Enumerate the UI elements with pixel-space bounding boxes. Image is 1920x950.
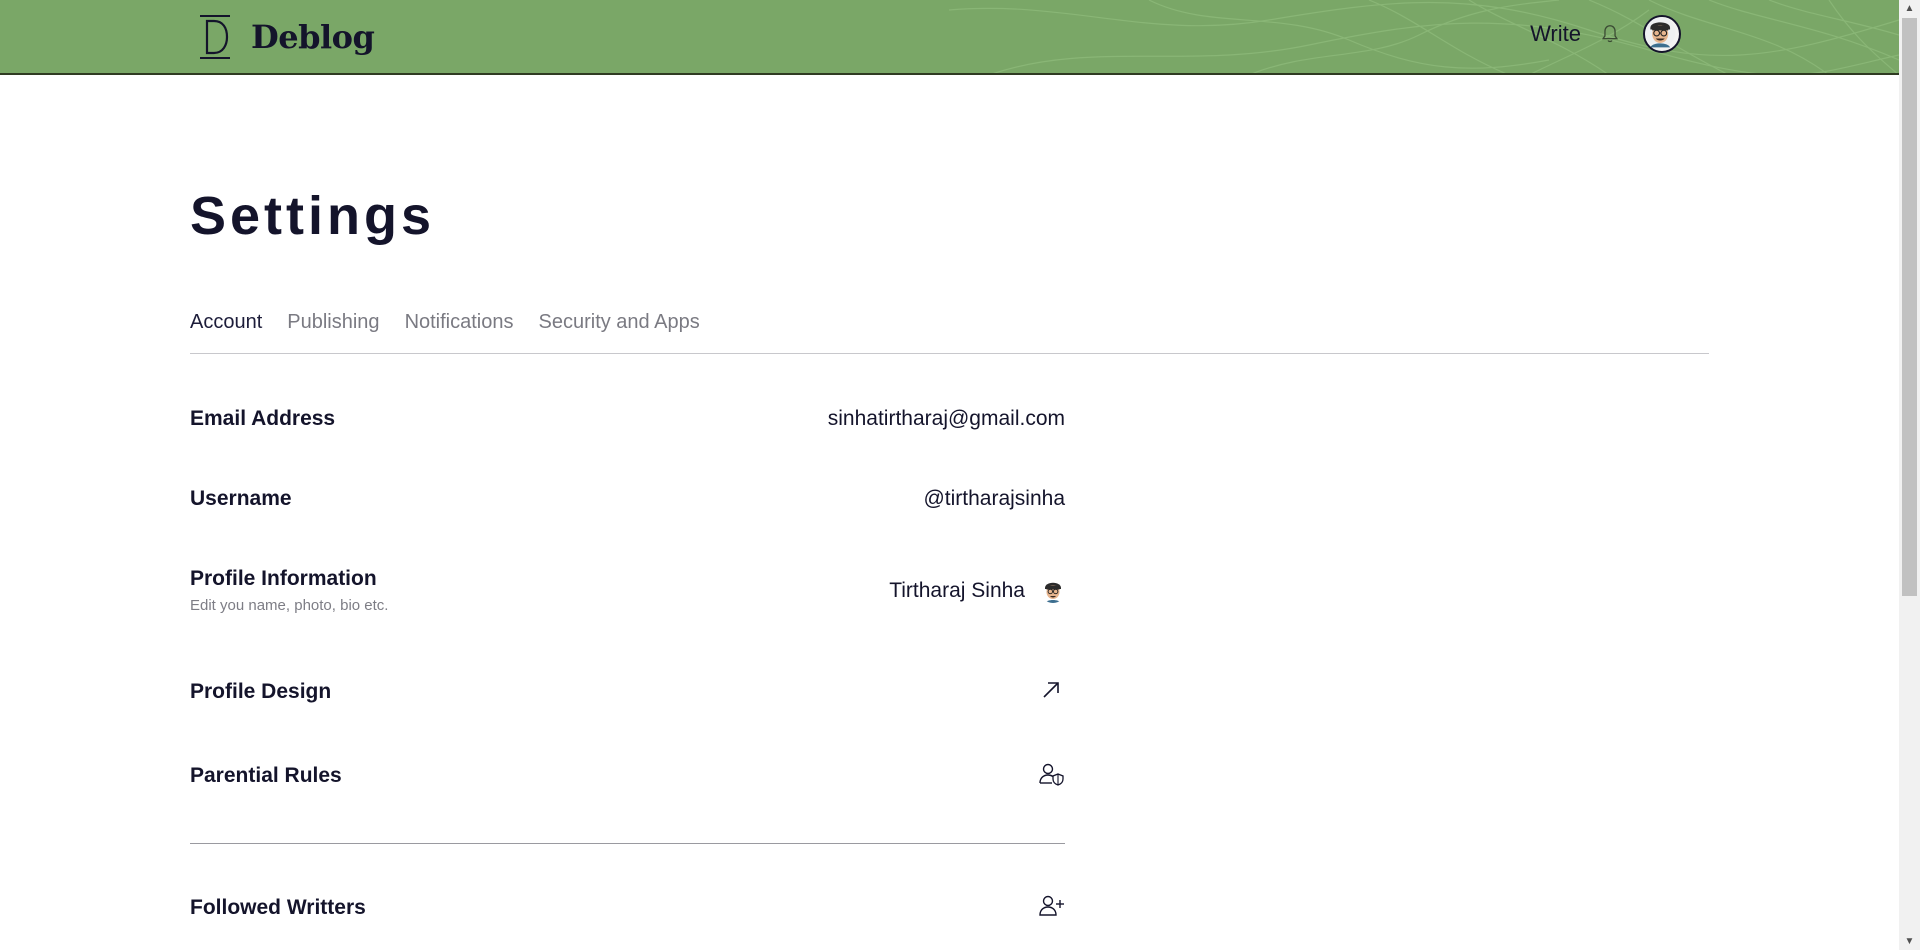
username-row[interactable]: Username @tirtharajsinha (190, 487, 1065, 511)
bell-icon[interactable] (1599, 23, 1621, 45)
header-actions: Write (1530, 13, 1681, 55)
page-scrollbar[interactable]: ▲ ▼ (1899, 0, 1920, 950)
followed-writers-label: Followed Writters (190, 896, 366, 919)
profile-information-value-group: Tirtharaj Sinha (889, 579, 1065, 603)
user-avatar[interactable] (1643, 15, 1681, 53)
parental-rules-label: Parential Rules (190, 764, 342, 787)
tab-publishing[interactable]: Publishing (287, 311, 379, 334)
scroll-up-arrow-icon[interactable]: ▲ (1899, 0, 1920, 17)
write-link[interactable]: Write (1530, 21, 1581, 47)
username-label: Username (190, 487, 292, 510)
user-plus-icon[interactable] (1037, 892, 1065, 920)
arrow-up-right-icon[interactable] (1037, 676, 1065, 704)
page-title: Settings (190, 186, 436, 246)
tabs-divider (190, 353, 1709, 354)
scroll-down-arrow-icon[interactable]: ▼ (1899, 933, 1920, 950)
avatar-face-icon (1645, 17, 1676, 48)
section-divider (190, 843, 1065, 844)
brand-logo[interactable]: Deblog (198, 14, 375, 60)
tab-security-and-apps[interactable]: Security and Apps (539, 311, 700, 334)
profile-information-text: Profile Information Edit you name, photo… (190, 567, 388, 614)
profile-design-label: Profile Design (190, 680, 332, 703)
profile-information-subtitle: Edit you name, photo, bio etc. (190, 597, 389, 614)
deblog-logo-icon (200, 15, 230, 59)
profile-avatar (1041, 579, 1065, 603)
tab-account[interactable]: Account (190, 311, 262, 334)
followed-writers-row[interactable]: Followed Writters (190, 895, 1065, 920)
profile-design-row[interactable]: Profile Design (190, 680, 1065, 704)
username-value: @tirtharajsinha (923, 487, 1065, 510)
profile-name-value: Tirtharaj Sinha (889, 579, 1025, 602)
brand-name: Deblog (251, 18, 375, 56)
parental-rules-row[interactable]: Parential Rules (190, 763, 1065, 788)
profile-information-row[interactable]: Profile Information Edit you name, photo… (190, 567, 1065, 614)
scroll-thumb[interactable] (1902, 18, 1917, 596)
avatar-face-icon (1041, 579, 1065, 603)
user-shield-icon[interactable] (1037, 760, 1065, 788)
email-row[interactable]: Email Address sinhatirtharaj@gmail.com (190, 407, 1065, 431)
settings-tabs: Account Publishing Notifications Securit… (190, 311, 700, 334)
profile-information-label: Profile Information (190, 567, 377, 590)
contour-pattern (949, 0, 1899, 73)
tab-notifications[interactable]: Notifications (405, 311, 514, 334)
top-navigation-bar: Deblog Write (0, 0, 1899, 75)
email-label: Email Address (190, 407, 336, 430)
email-value: sinhatirtharaj@gmail.com (827, 407, 1065, 430)
